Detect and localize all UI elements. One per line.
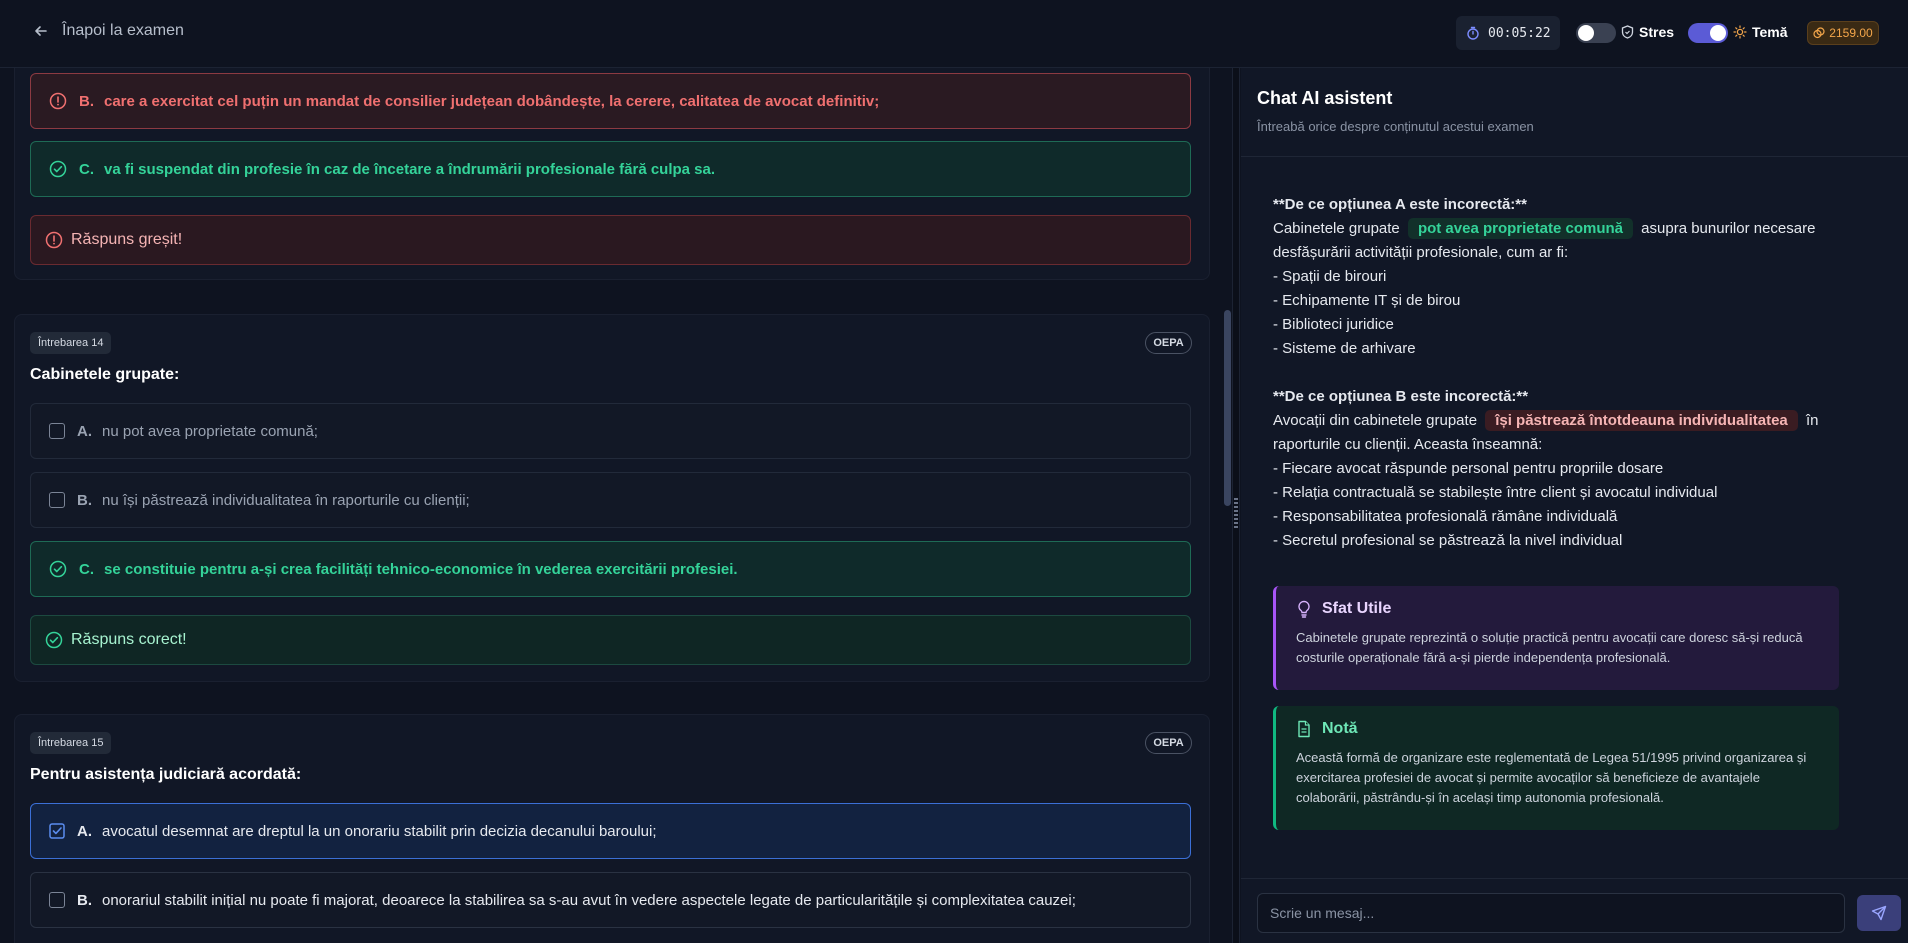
panel-resize-handle[interactable] [1232,68,1240,943]
checkbox-icon [49,492,65,508]
tip-title: Sfat Utile [1322,600,1392,617]
theme-label-group: Temă [1733,24,1788,40]
checkbox-icon [49,423,65,439]
list-item: - Secretul profesional se păstrează la n… [1273,532,1623,549]
tip-body: Cabinetele grupate reprezintă o soluție … [1296,630,1803,665]
stres-label: Stres [1639,24,1675,40]
theme-toggle[interactable] [1688,23,1728,43]
list-item: - Spații de birouri [1273,268,1387,285]
tip-box: Sfat Utile Cabinetele grupate reprezintă… [1273,586,1839,690]
option-text: se constituie pentru a-și crea facilităț… [104,560,738,578]
send-button[interactable] [1857,895,1901,931]
chat-subtitle: Întreabă orice despre conținutul acestui… [1257,119,1534,134]
option-b-heading: **De ce opțiunea B este incorectă:** [1273,388,1529,405]
check-circle-icon [49,160,67,178]
back-to-exam-link[interactable]: Înapoi la examen [34,22,184,40]
coin-value: 2159.00 [1829,26,1873,40]
result-text: Răspuns corect! [71,631,187,648]
check-circle-icon [45,631,63,649]
list-item: - Biblioteci juridice [1273,316,1394,333]
result-correct: Răspuns corect! [30,615,1191,665]
sun-icon [1733,25,1747,39]
question-tag: OEPA [1145,732,1192,754]
list-item: - Echipamente IT și de birou [1273,292,1461,309]
option-text: nu își păstrează individualitatea în rap… [102,491,470,509]
option-b[interactable]: B. care a exercitat cel puțin un mandat … [30,73,1191,129]
option-text: va fi suspendat din profesie în caz de î… [104,160,716,178]
questions-scrollbar[interactable] [1224,310,1231,506]
stopwatch-icon [1467,26,1479,40]
option-a[interactable]: A. avocatul desemnat are dreptul la un o… [30,803,1191,859]
option-a[interactable]: A. nu pot avea proprietate comună; [30,403,1191,459]
alert-circle-icon [45,231,63,249]
option-letter: C. [79,560,94,578]
option-text: nu pot avea proprietate comună; [102,422,318,440]
check-circle-icon [49,560,67,578]
arrow-left-icon [35,26,47,36]
highlight-wrong: își păstrează întotdeauna individualitat… [1485,410,1798,431]
theme-label: Temă [1752,24,1788,40]
option-a-paragraph: Cabinetele grupate pot avea proprietate … [1273,217,1863,265]
question-number-badge: Întrebarea 14 [30,332,112,354]
option-letter: A. [77,422,92,440]
option-a-heading: **De ce opțiunea A este incorectă:** [1273,196,1527,213]
checkbox-icon [49,892,65,908]
alert-circle-icon [49,92,67,110]
timer-value: 00:05:22 [1488,25,1551,41]
option-text: onorariul stabilit inițial nu poate fi m… [102,891,1076,909]
note-title: Notă [1322,720,1358,737]
option-text: avocatul desemnat are dreptul la un onor… [102,822,657,840]
exam-timer: 00:05:22 [1456,16,1560,50]
option-letter: B. [77,891,92,909]
shield-icon [1621,25,1634,39]
question-title: Pentru asistența judiciară acordată: [30,766,302,783]
note-box: Notă Această formă de organizare este re… [1273,706,1839,830]
question-title: Cabinetele grupate: [30,366,180,383]
chat-input-bar [1241,878,1908,943]
text-fragment: Avocații din cabinetele grupate [1273,412,1478,429]
lightbulb-icon [1298,600,1310,618]
text-fragment: Cabinetele grupate [1273,220,1400,237]
list-item: - Responsabilitatea profesională rămâne … [1273,508,1618,525]
question-tag: OEPA [1145,332,1192,354]
result-text: Răspuns greșit! [71,231,183,248]
list-item: - Relația contractuală se stabilește înt… [1273,484,1718,501]
chat-message-input[interactable] [1257,893,1845,933]
assistant-message: **De ce opțiunea A este incorectă:** Cab… [1273,193,1863,553]
option-letter: B. [77,491,92,509]
question-number-badge: Întrebarea 15 [30,732,112,754]
back-label: Înapoi la examen [62,22,184,39]
checked-box-icon [49,823,65,839]
option-letter: B. [79,92,94,110]
highlight-correct: pot avea proprietate comună [1407,218,1633,239]
list-item: - Fiecare avocat răspunde personal pentr… [1273,460,1664,477]
result-wrong: Răspuns greșit! [30,215,1191,265]
chat-panel: Chat AI asistent Întreabă orice despre c… [1241,68,1908,943]
document-icon [1298,720,1310,738]
list-item: - Sisteme de arhivare [1273,340,1416,357]
option-c[interactable]: C. se constituie pentru a-și crea facili… [30,541,1191,597]
coins-icon [1813,27,1825,39]
chat-title: Chat AI asistent [1257,88,1393,108]
option-b-paragraph: Avocații din cabinetele grupate își păst… [1273,409,1863,457]
option-b[interactable]: B. onorariul stabilit inițial nu poate f… [30,872,1191,928]
coin-balance: 2159.00 [1807,21,1879,45]
grip-icon [1234,498,1238,528]
questions-panel: B. care a exercitat cel puțin un mandat … [0,68,1232,943]
option-letter: C. [79,160,94,178]
top-bar: Înapoi la examen 00:05:22 Stres Temă 215… [0,0,1908,68]
stres-toggle[interactable] [1576,23,1616,43]
option-b[interactable]: B. nu își păstrează individualitatea în … [30,472,1191,528]
send-icon [1871,905,1887,921]
option-text: care a exercitat cel puțin un mandat de … [104,92,880,110]
stres-label-group: Stres [1621,24,1674,40]
option-c[interactable]: C. va fi suspendat din profesie în caz d… [30,141,1191,197]
note-body: Această formă de organizare este regleme… [1296,750,1807,805]
option-letter: A. [77,822,92,840]
